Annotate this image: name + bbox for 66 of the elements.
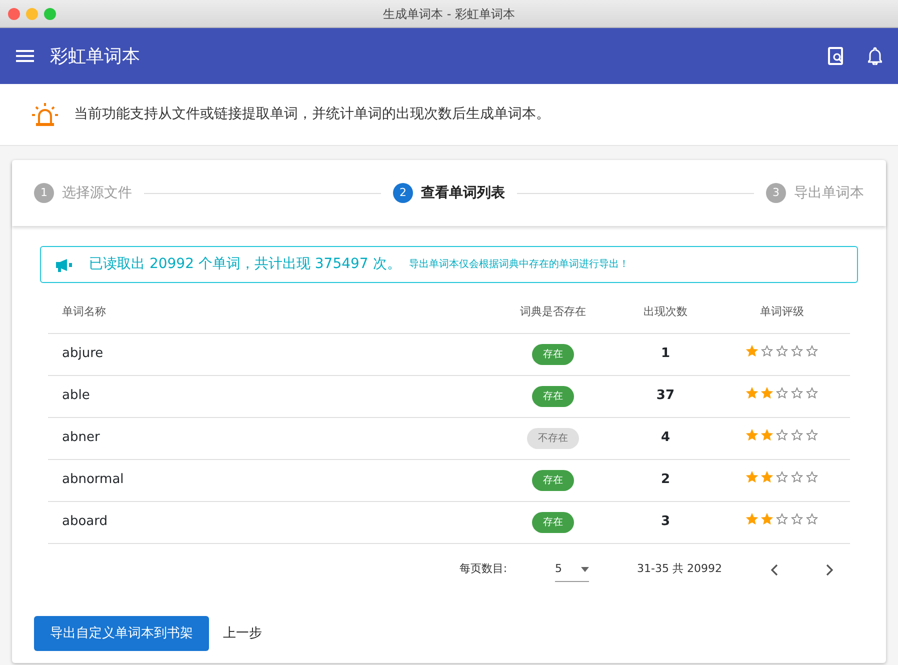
alert-note: 导出单词本仅会根据词典中存在的单词进行导出！ <box>408 258 629 272</box>
notification-icon[interactable] <box>868 47 882 65</box>
count-cell: 4 <box>616 417 714 459</box>
alarm-light-icon <box>32 102 58 128</box>
star-icon <box>776 429 788 442</box>
star-icon <box>806 471 818 484</box>
star-icon <box>761 345 774 358</box>
star-icon <box>791 345 804 358</box>
column-header: 词典是否存在 <box>489 291 617 333</box>
step-number: 2 <box>393 183 413 203</box>
rows-per-page-label: 每页数目: <box>459 561 508 578</box>
page-range: 31-35 共 20992 <box>637 561 722 578</box>
status-pill: 存在 <box>532 470 574 490</box>
count-cell: 1 <box>616 333 714 375</box>
caret-icon <box>581 566 590 572</box>
info-message: 当前功能支持从文件或链接提取单词，并统计单词的出现次数后生成单词本。 <box>74 105 550 124</box>
status-pill: 存在 <box>532 512 574 532</box>
next-page-icon[interactable] <box>826 564 834 576</box>
rows-per-page-select[interactable]: 5 <box>555 556 590 582</box>
word-cell: abnormal <box>48 459 490 501</box>
star-icon <box>761 471 774 484</box>
star-icon <box>806 429 818 442</box>
back-button[interactable]: 上一步 <box>217 622 268 644</box>
star-icon <box>791 429 804 442</box>
star-icon <box>791 471 804 484</box>
star-icon <box>806 387 818 400</box>
star-icon <box>746 471 758 484</box>
star-icon <box>776 345 788 358</box>
status-pill: 不存在 <box>526 428 579 448</box>
star-icon <box>791 387 804 400</box>
word-cell: aboard <box>48 501 490 543</box>
count-cell: 3 <box>616 501 714 543</box>
window-title: 生成单词本 - 彩虹单词本 <box>383 7 515 21</box>
count-cell: 2 <box>616 459 714 501</box>
star-icon <box>746 513 758 526</box>
star-icon <box>746 345 758 358</box>
word-cell: abner <box>48 417 490 459</box>
star-icon <box>746 429 758 442</box>
star-icon <box>791 513 804 526</box>
book-search-icon[interactable] <box>828 47 844 65</box>
star-icon <box>776 387 788 400</box>
alert-message: 已读取出 20992 个单词，共计出现 375497 次。 <box>89 255 401 274</box>
star-icon <box>806 513 818 526</box>
star-icon <box>746 387 758 400</box>
star-icon <box>776 513 788 526</box>
step-number: 3 <box>766 183 786 203</box>
star-icon <box>761 429 774 442</box>
export-button[interactable]: 导出自定义单词本到书架 <box>34 616 209 651</box>
star-icon <box>806 345 818 358</box>
status-pill: 存在 <box>532 386 574 406</box>
megaphone-icon <box>55 258 73 272</box>
step-label[interactable]: 查看单词列表 <box>421 182 505 204</box>
status-pill: 存在 <box>532 344 574 364</box>
menu-icon[interactable] <box>16 49 34 63</box>
column-header: 出现次数 <box>616 291 714 333</box>
word-cell: abjure <box>48 333 490 375</box>
star-icon <box>776 471 788 484</box>
count-cell: 37 <box>616 375 714 417</box>
column-header: 单词名称 <box>48 291 490 333</box>
star-icon <box>761 387 774 400</box>
column-header: 单词评级 <box>714 291 850 333</box>
previous-page-icon[interactable] <box>770 564 778 576</box>
word-cell: able <box>48 375 490 417</box>
step-number: 1 <box>34 183 54 203</box>
app-title: 彩虹单词本 <box>50 44 140 68</box>
star-icon <box>761 513 774 526</box>
